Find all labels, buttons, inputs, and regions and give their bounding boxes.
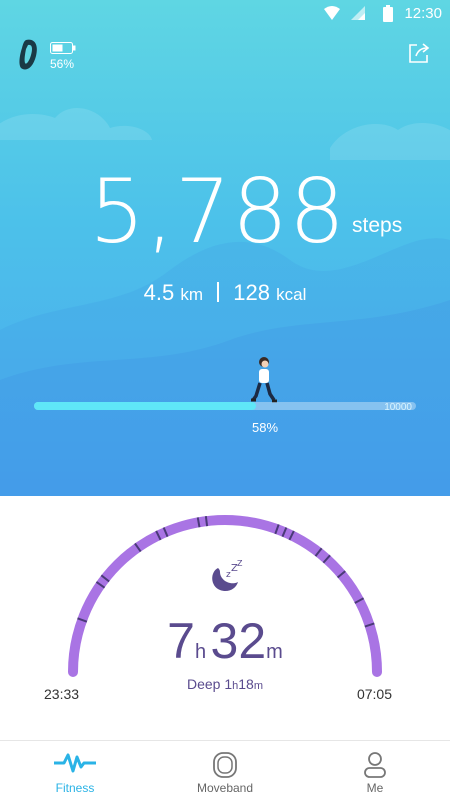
wifi-icon: [324, 6, 340, 20]
nav-label: Moveband: [196, 781, 254, 795]
steps-goal: 10000: [384, 402, 412, 413]
fitness-summary-panel: 12:30 56% 5,788 steps 4.5 km 128 kcal 10…: [0, 0, 450, 496]
sleep-hours: 7: [167, 613, 195, 669]
separator: [217, 282, 220, 302]
walking-person-icon: [251, 357, 277, 403]
band-device-icon[interactable]: [18, 38, 40, 72]
moon-icon: z Z Z: [212, 560, 243, 592]
sleep-minutes-unit: m: [266, 641, 283, 663]
sleep-minutes: 32: [210, 613, 267, 669]
steps-progress-percent: 58%: [251, 420, 279, 435]
distance-calories: 4.5 km 128 kcal: [0, 280, 450, 306]
status-time: 12:30: [404, 5, 442, 22]
steps-count: 5,788: [89, 160, 346, 263]
deep-minutes-unit: m: [253, 680, 264, 692]
deep-minutes: 18: [238, 676, 254, 692]
calories-unit: kcal: [276, 285, 307, 304]
status-bar: 12:30: [0, 0, 450, 28]
nav-label: Fitness: [55, 781, 95, 795]
signal-icon: [351, 6, 365, 20]
steps-progress-fill: [34, 402, 256, 410]
sleep-duration: 7h 32m: [0, 612, 450, 670]
deep-hours: 1: [224, 676, 233, 692]
nav-label: Me: [366, 781, 384, 795]
distance-unit: km: [180, 285, 204, 304]
deep-label: Deep: [186, 676, 221, 692]
sleep-end-time: 07:05: [356, 686, 392, 702]
svg-text:Z: Z: [237, 560, 243, 568]
nav-tab-fitness[interactable]: Fitness: [0, 741, 150, 801]
share-icon[interactable]: [408, 42, 430, 64]
pulse-icon: [54, 753, 96, 773]
person-icon: [364, 752, 386, 778]
sleep-hours-unit: h: [194, 641, 207, 663]
phone-battery-icon: [383, 5, 393, 22]
distance-value: 4.5: [143, 280, 175, 305]
band-icon: [213, 752, 237, 778]
sleep-start-time: 23:33: [44, 686, 80, 702]
band-battery-icon: [50, 42, 76, 54]
band-battery-percent: 56%: [50, 57, 75, 71]
nav-tab-moveband[interactable]: Moveband: [150, 741, 300, 801]
bottom-navigation: Fitness Moveband Me: [0, 740, 450, 801]
steps-unit: steps: [352, 214, 403, 237]
nav-tab-me[interactable]: Me: [300, 741, 450, 801]
deep-sleep-tick: [204, 516, 209, 527]
sleep-summary-panel[interactable]: z Z Z 7h 32m Deep 1h18m 23:33 07:05: [0, 496, 450, 740]
calories-value: 128: [233, 280, 270, 305]
